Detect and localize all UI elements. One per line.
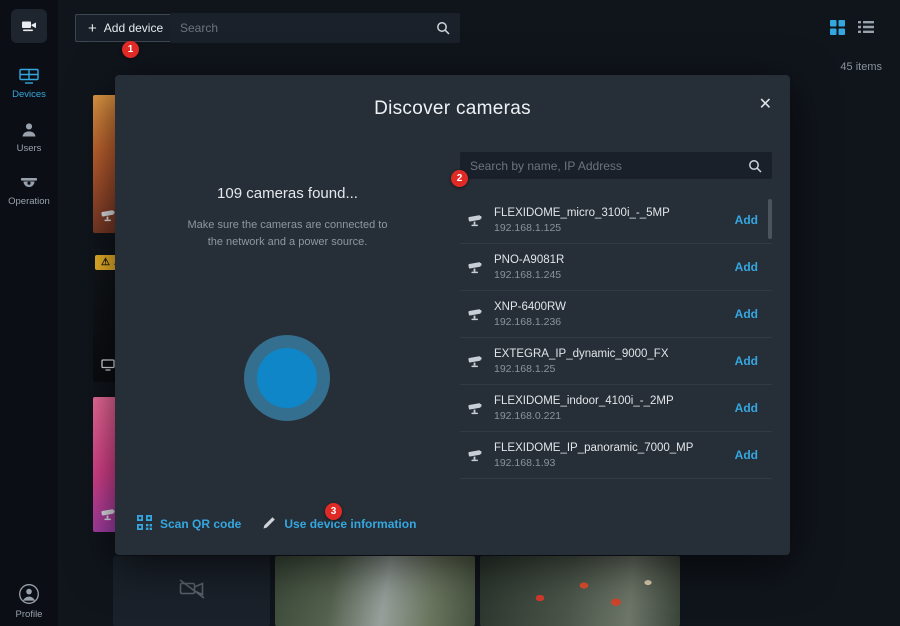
scan-pulse-core — [257, 348, 317, 408]
sidebar-item-label: Devices — [12, 89, 46, 100]
add-device-label: Add device — [104, 21, 163, 35]
video-wall-icon — [19, 68, 39, 85]
list-scrollbar[interactable] — [768, 199, 772, 239]
monitor-icon — [101, 359, 115, 374]
camera-name: FLEXIDOME_IP_panoramic_7000_MP — [494, 442, 735, 454]
user-icon — [20, 121, 38, 139]
sidebar-item-devices[interactable]: Devices — [0, 68, 58, 100]
camera-ip: 192.168.1.93 — [494, 457, 735, 469]
scan-pulse-indicator — [244, 335, 330, 421]
search-icon — [436, 21, 450, 35]
add-camera-link[interactable]: Add — [735, 307, 758, 321]
sidebar-item-operation[interactable]: Operation — [0, 177, 58, 207]
cctv-camera-icon — [468, 261, 484, 274]
plus-icon: + — [88, 21, 97, 36]
dome-camera-icon — [19, 177, 39, 192]
cameras-found-text: 109 cameras found... — [115, 185, 460, 202]
discover-cameras-dialog: Discover cameras ✕ 109 cameras found... … — [115, 75, 790, 555]
camera-list-item[interactable]: FLEXIDOME_IP_panoramic_7000_MP 192.168.1.… — [460, 432, 772, 479]
camera-search-input[interactable] — [460, 152, 748, 179]
camera-search — [460, 152, 772, 179]
sidebar-item-label: Users — [17, 143, 42, 154]
camera-name: EXTEGRA_IP_dynamic_9000_FX — [494, 348, 735, 360]
add-device-button[interactable]: + Add device — [75, 14, 176, 42]
step-badge-3: 3 — [325, 503, 342, 520]
warning-icon: ⚠ — [101, 257, 110, 268]
step-badge-2: 2 — [451, 170, 468, 187]
add-camera-link[interactable]: Add — [735, 354, 758, 368]
sidebar: Devices Users Operation Profile — [0, 0, 58, 626]
items-count: 45 items — [812, 61, 882, 73]
grid-view-icon[interactable] — [830, 20, 845, 40]
camera-list-item[interactable]: FLEXIDOME_indoor_4100i_-_2MP 192.168.0.22… — [460, 385, 772, 432]
hint-text: Make sure the cameras are connected to t… — [115, 217, 460, 251]
dialog-title: Discover cameras — [115, 98, 790, 120]
camera-list-item[interactable]: FLEXIDOME_micro_3100i_-_5MP 192.168.1.125… — [460, 197, 772, 244]
camera-list-item[interactable]: XNP-6400RW 192.168.1.236 Add — [460, 291, 772, 338]
cctv-camera-icon — [468, 449, 484, 462]
global-search — [170, 13, 460, 43]
camera-list-item[interactable]: EXTEGRA_IP_dynamic_9000_FX 192.168.1.25 A… — [460, 338, 772, 385]
search-icon — [748, 159, 762, 173]
sidebar-item-label: Profile — [16, 609, 43, 620]
camera-ip: 192.168.0.221 — [494, 410, 735, 422]
app-logo[interactable] — [11, 9, 47, 43]
add-camera-link[interactable]: Add — [735, 401, 758, 415]
use-device-info-link[interactable]: Use device information — [263, 516, 416, 532]
use-device-info-label: Use device information — [284, 517, 416, 531]
camera-ip: 192.168.1.125 — [494, 222, 735, 234]
cctv-camera-icon — [468, 355, 484, 368]
sidebar-item-label: Operation — [8, 196, 50, 207]
camera-list-item[interactable]: AUTODOME_7100i Add — [460, 479, 772, 492]
scan-qr-link[interactable]: Scan QR code — [137, 515, 241, 533]
camera-name: XNP-6400RW — [494, 301, 735, 313]
cctv-camera-icon — [468, 214, 484, 227]
sidebar-item-users[interactable]: Users — [0, 121, 58, 154]
camera-ip: 192.168.1.236 — [494, 316, 735, 328]
camera-tile[interactable] — [480, 556, 680, 626]
cctv-camera-icon — [468, 402, 484, 415]
camera-off-icon — [178, 578, 206, 605]
scan-qr-label: Scan QR code — [160, 517, 241, 531]
app-window: D2... ⚠ Acti... 19... Cl... Devices — [0, 0, 900, 626]
list-view-icon[interactable] — [858, 20, 874, 40]
add-camera-link[interactable]: Add — [735, 213, 758, 227]
profile-icon — [18, 583, 40, 605]
qr-code-icon — [137, 515, 152, 533]
search-input[interactable] — [170, 13, 436, 43]
add-camera-link[interactable]: Add — [735, 260, 758, 274]
discovered-camera-list: FLEXIDOME_micro_3100i_-_5MP 192.168.1.125… — [460, 197, 772, 492]
camera-name: PNO-A9081R — [494, 254, 735, 266]
camera-name: FLEXIDOME_indoor_4100i_-_2MP — [494, 395, 735, 407]
add-camera-link[interactable]: Add — [735, 448, 758, 462]
step-badge-1: 1 — [122, 41, 139, 58]
camera-tile-offline[interactable] — [113, 556, 270, 626]
close-icon[interactable]: ✕ — [759, 97, 772, 113]
logo-camera-icon — [20, 18, 38, 34]
camera-list-item[interactable]: PNO-A9081R 192.168.1.245 Add — [460, 244, 772, 291]
camera-ip: 192.168.1.245 — [494, 269, 735, 281]
camera-tile[interactable] — [275, 556, 475, 626]
camera-name: FLEXIDOME_micro_3100i_-_5MP — [494, 207, 735, 219]
pencil-icon — [263, 516, 276, 532]
sidebar-item-profile[interactable]: Profile — [0, 583, 58, 620]
cctv-camera-icon — [468, 308, 484, 321]
camera-ip: 192.168.1.25 — [494, 363, 735, 375]
